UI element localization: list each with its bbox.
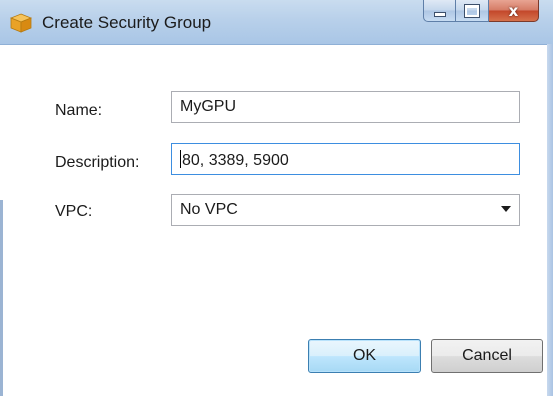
ok-button-label: OK [352,347,377,364]
minimize-icon [433,12,446,17]
window-frame-left [0,200,3,396]
window-title: Create Security Group [42,13,212,32]
name-label: Name: [55,102,103,119]
create-security-group-dialog: Create Security Group x Name: MyGPU Desc… [0,0,553,396]
ok-button[interactable]: OK [308,339,421,373]
close-button[interactable]: x [489,0,539,22]
chevron-down-icon [501,206,511,212]
window-frame-right [547,44,553,396]
title-bar[interactable]: Create Security Group x [0,0,553,45]
minimize-button[interactable] [423,0,456,22]
name-input[interactable]: MyGPU [171,91,520,123]
cancel-button[interactable]: Cancel [431,339,543,373]
cancel-button-label: Cancel [462,347,512,364]
description-input[interactable]: 80, 3389, 5900 [171,143,520,175]
vpc-label: VPC: [55,203,93,220]
package-icon [10,13,32,33]
maximize-icon [465,4,479,17]
vpc-selected-value: No VPC [180,201,238,218]
vpc-dropdown[interactable]: No VPC [171,194,520,226]
description-input-value: 80, 3389, 5900 [182,152,289,169]
name-input-value: MyGPU [180,98,236,115]
text-caret [180,150,181,168]
maximize-button[interactable] [456,0,489,22]
caption-buttons: x [423,0,539,24]
description-label: Description: [55,154,140,171]
close-icon: x [508,1,519,20]
